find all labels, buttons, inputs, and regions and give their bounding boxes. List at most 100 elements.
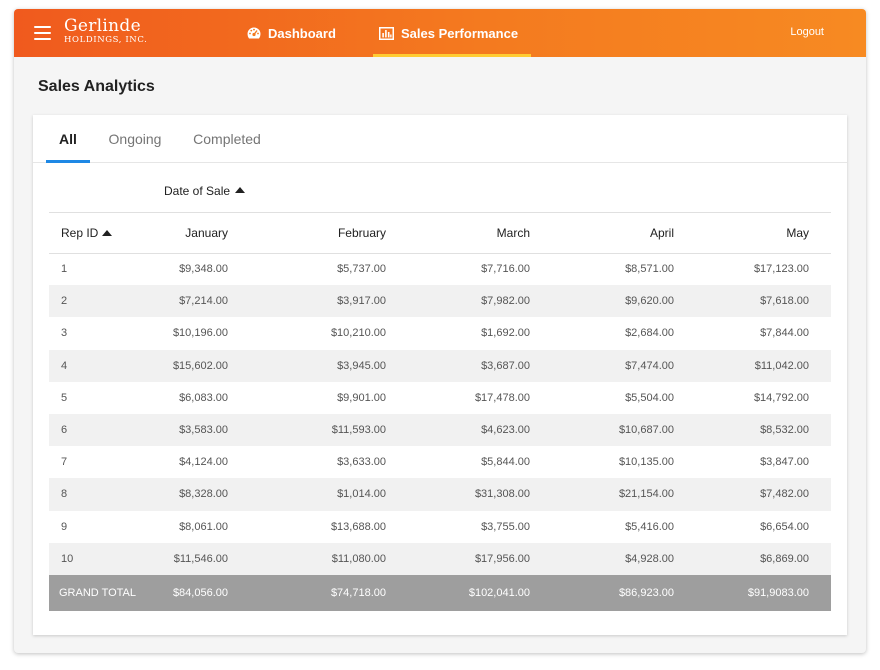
table-row[interactable]: 4 $15,602.00 $3,945.00 $3,687.00 $7,474.00 $1… [49, 349, 831, 382]
sales-cell: $1,692.00 [408, 317, 552, 350]
bar-chart-icon [379, 26, 394, 40]
sales-cell: $5,737.00 [250, 253, 408, 286]
hamburger-menu-icon[interactable] [34, 26, 51, 40]
rep-id-cell: 3 [49, 317, 145, 350]
sales-cell: $7,716.00 [408, 253, 552, 286]
gauge-icon [247, 27, 261, 39]
month-header-may[interactable]: May [696, 213, 831, 254]
rep-id-header-label: Rep ID [61, 225, 99, 240]
tab-ongoing[interactable]: Ongoing [103, 115, 167, 163]
sales-cell: $2,684.00 [552, 317, 696, 350]
sales-cell: $4,623.00 [408, 413, 552, 447]
date-of-sale-group[interactable]: Date of Sale [164, 184, 246, 198]
sales-cell: $3,583.00 [145, 413, 250, 447]
sales-cell: $8,532.00 [696, 413, 831, 447]
table-row[interactable]: 2 $7,214.00 $3,917.00 $7,982.00 $9,620.00 $7,… [49, 285, 831, 318]
company-logo[interactable]: Gerlinde HOLDINGS, INC. [64, 18, 147, 45]
logo-name: Gerlinde [64, 16, 141, 36]
app-window: Gerlinde HOLDINGS, INC. Dashboard Sales … [14, 9, 866, 653]
sales-cell: $11,593.00 [250, 413, 408, 447]
table-row[interactable]: 10 $11,546.00 $11,080.00 $17,956.00 $4,928.0… [49, 542, 831, 575]
page-title: Sales Analytics [38, 78, 155, 95]
grand-total-cell: $84,056.00 [145, 574, 250, 611]
table-row[interactable]: 1 $9,348.00 $5,737.00 $7,716.00 $8,571.00 $17… [49, 253, 831, 286]
column-group-header: Date of Sale [49, 177, 831, 213]
sort-ascending-icon [102, 229, 113, 236]
month-header-february[interactable]: February [250, 213, 408, 254]
date-of-sale-label: Date of Sale [164, 184, 231, 198]
tab-all[interactable]: All [46, 115, 90, 163]
rep-id-cell: 4 [49, 349, 145, 382]
sales-cell: $7,482.00 [696, 478, 831, 511]
logo-subtitle: HOLDINGS, INC. [64, 35, 148, 45]
sales-cell: $8,328.00 [145, 478, 250, 511]
sales-cell: $8,061.00 [145, 510, 250, 543]
rep-id-cell: 6 [49, 413, 145, 447]
sales-cell: $10,210.00 [250, 317, 408, 350]
sales-table: Rep ID January February March April May … [49, 213, 831, 611]
grand-total-cell: $86,923.00 [552, 574, 696, 611]
sales-cell: $7,844.00 [696, 317, 831, 350]
sales-cell: $4,124.00 [145, 446, 250, 479]
table-row[interactable]: 7 $4,124.00 $3,633.00 $5,844.00 $10,135.00 $3… [49, 446, 831, 479]
sales-cell: $7,214.00 [145, 285, 250, 318]
table-row[interactable]: 8 $8,328.00 $1,014.00 $31,308.00 $21,154.00 $… [49, 478, 831, 511]
table-body: 1 $9,348.00 $5,737.00 $7,716.00 $8,571.00 $17… [49, 253, 831, 611]
sales-cell: $3,687.00 [408, 349, 552, 382]
rep-id-header[interactable]: Rep ID [49, 213, 145, 254]
table-header-row: Rep ID January February March April May [49, 213, 831, 254]
sales-cell: $8,571.00 [552, 253, 696, 286]
sales-cell: $5,504.00 [552, 381, 696, 414]
sales-cell: $11,080.00 [250, 542, 408, 575]
grand-total-cell: $74,718.00 [250, 574, 408, 611]
sort-ascending-icon [235, 187, 246, 193]
table-row[interactable]: 6 $3,583.00 $11,593.00 $4,623.00 $10,687.00 $… [49, 413, 831, 447]
sales-cell: $31,308.00 [408, 478, 552, 511]
table-row[interactable]: 5 $6,083.00 $9,901.00 $17,478.00 $5,504.00 $1… [49, 381, 831, 414]
sales-cell: $13,688.00 [250, 510, 408, 543]
sales-cell: $10,135.00 [552, 446, 696, 479]
sales-cell: $17,478.00 [408, 381, 552, 414]
month-header-march[interactable]: March [408, 213, 552, 254]
sales-cell: $5,416.00 [552, 510, 696, 543]
nav-dashboard[interactable]: Dashboard [247, 9, 336, 57]
sales-cell: $4,928.00 [552, 542, 696, 575]
sales-cell: $9,348.00 [145, 253, 250, 286]
sales-cell: $21,154.00 [552, 478, 696, 511]
sales-cell: $6,083.00 [145, 381, 250, 414]
nav-sales-performance-label: Sales Performance [401, 25, 519, 41]
nav-sales-performance[interactable]: Sales Performance [379, 9, 518, 57]
rep-id-cell: 5 [49, 381, 145, 414]
rep-id-cell: 10 [49, 542, 145, 575]
sales-cell: $10,196.00 [145, 317, 250, 350]
sales-cell: $6,869.00 [696, 542, 831, 575]
month-header-april[interactable]: April [552, 213, 696, 254]
sales-cell: $3,633.00 [250, 446, 408, 479]
rep-id-cell: 2 [49, 285, 145, 318]
rep-id-cell: 9 [49, 510, 145, 543]
sales-cell: $10,687.00 [552, 413, 696, 447]
sales-cell: $15,602.00 [145, 349, 250, 382]
sales-cell: $7,982.00 [408, 285, 552, 318]
grand-total-cell: $102,041.00 [408, 574, 552, 611]
active-nav-indicator [373, 54, 531, 57]
rep-id-cell: 1 [49, 253, 145, 286]
sales-cell: $11,042.00 [696, 349, 831, 382]
table-row[interactable]: 9 $8,061.00 $13,688.00 $3,755.00 $5,416.00 $6… [49, 510, 831, 543]
active-tab-indicator [46, 160, 90, 163]
sales-cell: $3,945.00 [250, 349, 408, 382]
sales-cell: $17,956.00 [408, 542, 552, 575]
sales-cell: $17,123.00 [696, 253, 831, 286]
grand-total-label: GRAND TOTAL [49, 574, 145, 611]
sales-cell: $7,474.00 [552, 349, 696, 382]
sales-cell: $6,654.00 [696, 510, 831, 543]
sales-cell: $3,847.00 [696, 446, 831, 479]
sales-cell: $5,844.00 [408, 446, 552, 479]
table-row[interactable]: 3 $10,196.00 $10,210.00 $1,692.00 $2,684.00 $… [49, 317, 831, 350]
tab-completed[interactable]: Completed [187, 115, 267, 163]
sales-cell: $9,901.00 [250, 381, 408, 414]
logout-button[interactable]: Logout [790, 26, 824, 38]
month-header-january[interactable]: January [145, 213, 250, 254]
sales-cell: $1,014.00 [250, 478, 408, 511]
grand-total-row: GRAND TOTAL $84,056.00 $74,718.00 $102,041.… [49, 574, 831, 611]
